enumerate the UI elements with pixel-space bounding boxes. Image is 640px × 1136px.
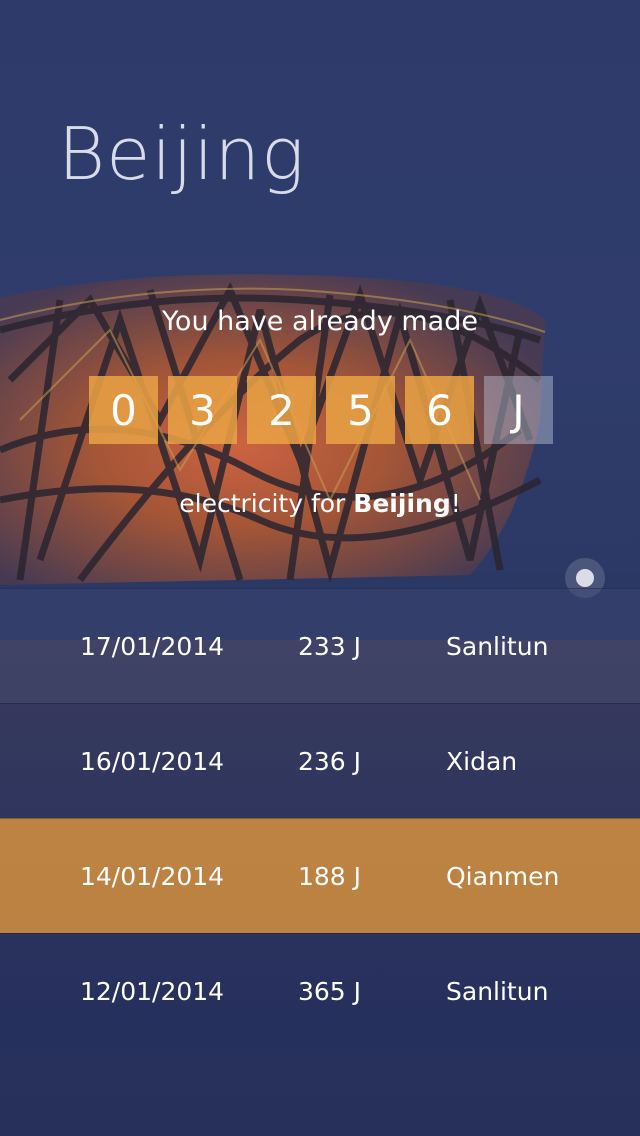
entry-place: Xidan [446,747,518,776]
summary-tagline: electricity for Beijing! [0,489,640,518]
list-item[interactable]: 17/01/2014 233 J Sanlitun [0,588,640,703]
tagline-suffix: ! [450,489,461,518]
counter-digit: 0 [89,376,158,444]
entry-date: 14/01/2014 [80,862,225,891]
entry-amount: 365 J [298,977,362,1006]
app-screen: Beijing You have already made 0 3 2 5 6 … [0,0,640,1136]
tagline-prefix: electricity for [179,489,354,518]
entry-date: 12/01/2014 [80,977,225,1006]
entry-place: Sanlitun [446,632,549,661]
entry-amount: 236 J [298,747,362,776]
list-item[interactable]: 16/01/2014 236 J Xidan [0,703,640,818]
entry-date: 16/01/2014 [80,747,225,776]
energy-counter: 0 3 2 5 6 J [89,376,553,444]
entry-place: Sanlitun [446,977,549,1006]
counter-unit: J [484,376,553,444]
counter-digit: 3 [168,376,237,444]
entry-amount: 188 J [298,862,362,891]
entry-amount: 233 J [298,632,362,661]
history-list: 17/01/2014 233 J Sanlitun 16/01/2014 236… [0,588,640,1048]
list-item-selected[interactable]: 14/01/2014 188 J Qianmen [0,818,640,933]
counter-digit: 2 [247,376,316,444]
counter-digit: 5 [326,376,395,444]
list-item[interactable]: 12/01/2014 365 J Sanlitun [0,933,640,1048]
tagline-city: Beijing [353,489,451,518]
entry-place: Qianmen [446,862,560,891]
counter-digit: 6 [405,376,474,444]
page-title: Beijing [58,112,306,196]
summary-intro: You have already made [162,306,478,337]
entry-date: 17/01/2014 [80,632,225,661]
